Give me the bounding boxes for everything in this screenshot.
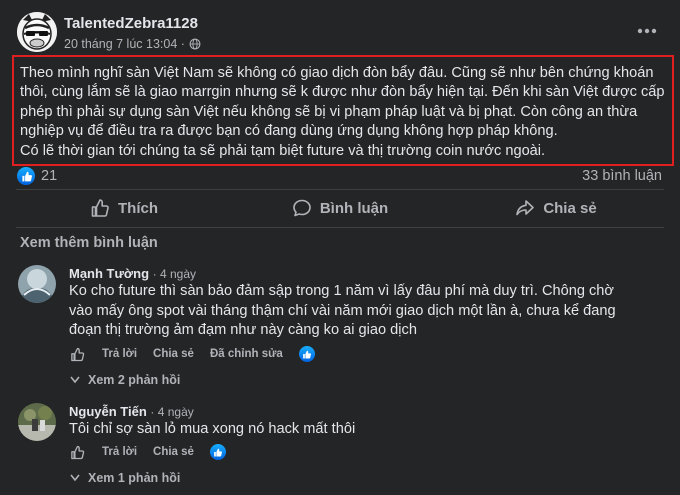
share-label: Chia sẻ [543,199,597,217]
like-reaction-icon [17,167,35,185]
reply-arrow-icon [70,474,80,482]
comment-label: Bình luận [319,199,389,217]
commenter-avatar[interactable] [18,265,56,303]
edited-label[interactable]: Đã chỉnh sửa [210,348,283,360]
see-more-comments-link[interactable]: Xem thêm bình luận [20,235,158,251]
post-text-line: phép thì phải sự dụng sàn Việt nếu không… [20,103,638,120]
commenter-avatar[interactable] [18,403,56,441]
comment-button[interactable]: Bình luận [232,190,448,226]
post-meta: 20 tháng 7 lúc 13:04 · [64,37,201,51]
view-replies-link[interactable]: Xem 2 phản hồi [70,373,180,387]
commenter-name-text[interactable]: Mạnh Tường [69,266,149,281]
like-reaction-icon[interactable] [209,444,226,460]
comment-count[interactable]: 33 bình luận [582,168,662,184]
divider [16,227,664,228]
post-text-line: Theo mình nghĩ sàn Việt Nam sẽ không có … [20,65,654,81]
more-horizontal-icon[interactable] [632,20,662,42]
post-text-line: thôi, cùng lắm sẽ là giao marrgin nhưng … [20,84,665,101]
comment-text-line: Tôi chỉ sợ sàn lỏ mua xong nó hack mất t… [69,421,356,437]
view-replies-link[interactable]: Xem 1 phản hồi [70,471,180,485]
post-text-line: nghiệp vụ để điều tra ra được bạn có đan… [20,123,558,140]
comment-bubble-icon [293,199,311,217]
author-avatar[interactable] [17,12,57,52]
like-label: Thích [118,199,158,217]
commenter-name[interactable]: Nguyễn Tiến · 4 ngày [69,404,194,419]
reply-arrow-icon [70,376,80,384]
comment-share-button[interactable]: Chia sẻ [153,446,194,458]
post-timestamp[interactable]: 20 tháng 7 lúc 13:04 · [64,37,185,51]
reactions-summary[interactable]: 21 [17,167,57,185]
share-arrow-icon [516,200,535,216]
comment-text-line: đoạn thị trường ảm đạm như này càng ko a… [69,322,417,338]
comment-share-button[interactable]: Chia sẻ [153,348,194,360]
share-button[interactable]: Chia sẻ [448,190,664,226]
comment-actions: Trả lời Chia sẻ [70,444,226,460]
thumbs-up-icon [91,199,109,217]
commenter-name[interactable]: Mạnh Tường · 4 ngày [69,266,196,281]
like-reaction-icon[interactable] [298,346,315,362]
author-name[interactable]: TalentedZebra1128 [64,15,198,32]
like-button[interactable]: Thích [16,190,232,226]
facebook-post: TalentedZebra1128 20 tháng 7 lúc 13:04 ·… [0,0,680,495]
post-text: Theo mình nghĩ sàn Việt Nam sẽ không có … [12,55,674,166]
post-action-bar: Thích Bình luận Chia sẻ [16,190,664,226]
comment-time[interactable]: · 4 ngày [150,405,193,419]
thumbs-up-icon[interactable] [70,346,86,362]
comment-text-line: Ko cho future thì sàn bảo đảm sập trong … [69,283,614,299]
comment-text: Ko cho future thì sàn bảo đảm sập trong … [69,282,616,341]
comment-text-line: vào mấy ông spot vài tháng thậm chí vài … [69,302,616,319]
reply-button[interactable]: Trả lời [102,348,137,360]
comment-text: Tôi chỉ sợ sàn lỏ mua xong nó hack mất t… [69,420,355,440]
comment-actions: Trả lời Chia sẻ Đã chỉnh sửa [70,346,315,362]
reaction-count: 21 [41,168,58,184]
commenter-name-text[interactable]: Nguyễn Tiến [69,404,147,419]
reply-button[interactable]: Trả lời [102,446,137,458]
comment-time[interactable]: · 4 ngày [153,267,196,281]
post-text-line: Có lẽ thời gian tới chúng ta sẽ phải tạm… [20,142,546,159]
thumbs-up-icon[interactable] [70,444,86,460]
globe-icon [189,38,201,50]
view-replies-label: Xem 1 phản hồi [88,471,181,485]
view-replies-label: Xem 2 phản hồi [88,373,181,387]
